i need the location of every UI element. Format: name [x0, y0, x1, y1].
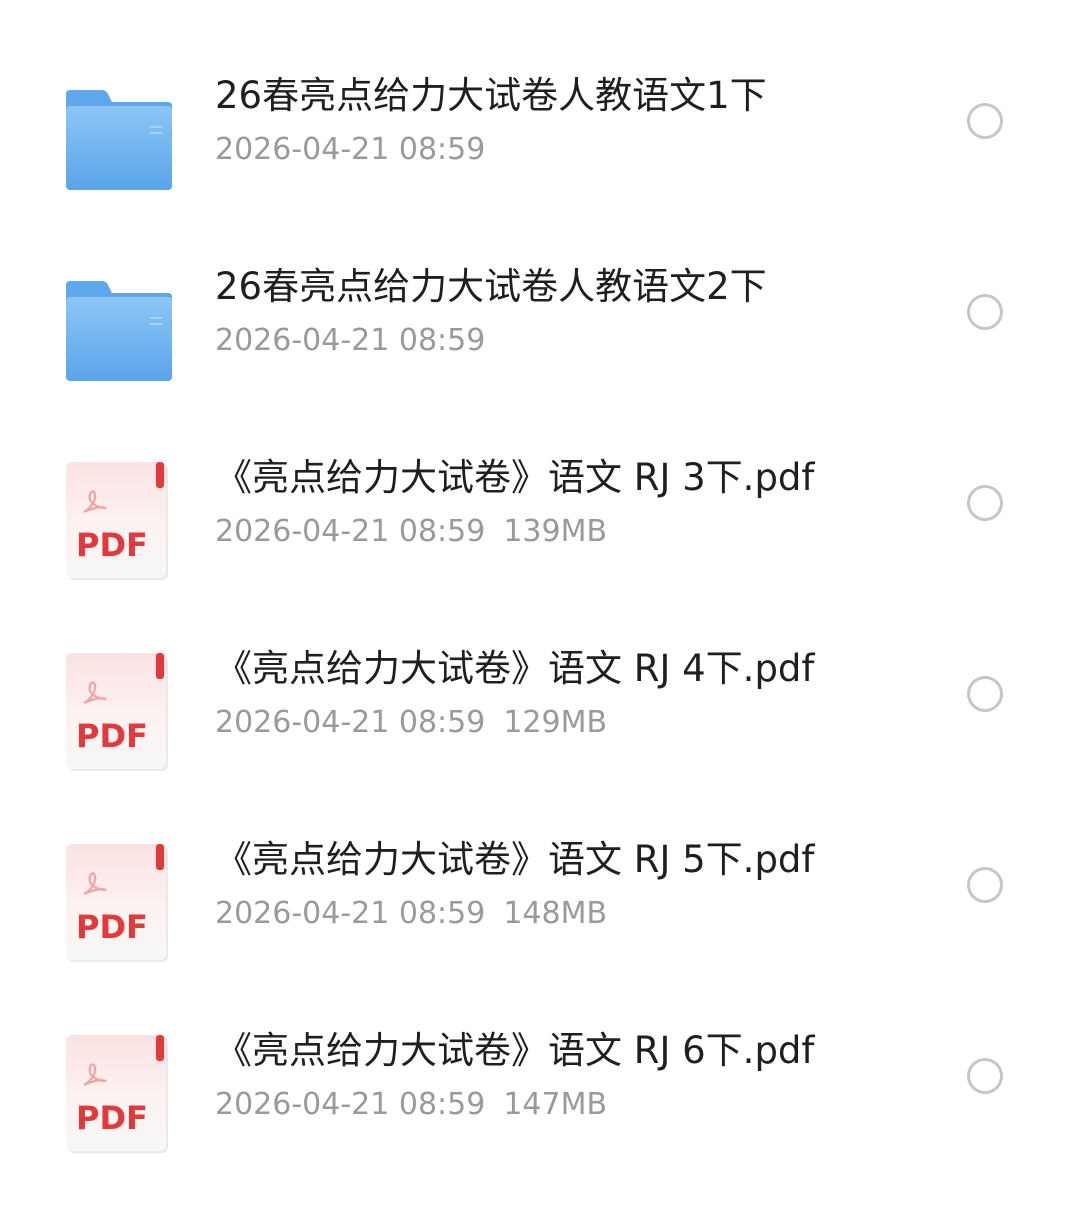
pdf-file-icon: PDF [66, 462, 168, 580]
select-radio-button[interactable] [967, 103, 1003, 139]
pdf-file-icon: PDF [66, 653, 168, 771]
file-meta: 2026-04-21 08:59 129MB [215, 703, 607, 743]
file-name: 《亮点给力大试卷》语文 RJ 4下.pdf [215, 647, 815, 690]
file-list-item[interactable]: 26春亮点给力大试卷人教语文2下 2026-04-21 08:59 [0, 261, 1080, 451]
file-list-item[interactable]: PDF 《亮点给力大试卷》语文 RJ 5下.pdf 2026-04-21 08:… [0, 834, 1080, 1024]
file-meta: 2026-04-21 08:59 [215, 321, 485, 361]
pdf-file-icon: PDF [66, 1035, 168, 1153]
file-meta: 2026-04-21 08:59 148MB [215, 894, 607, 934]
select-radio-button[interactable] [967, 1058, 1003, 1094]
file-list: 26春亮点给力大试卷人教语文1下 2026-04-21 08:59 26春亮点给… [0, 0, 1080, 1170]
file-date: 2026-04-21 08:59 [215, 132, 486, 167]
file-date: 2026-04-21 08:59 [215, 705, 486, 740]
pdf-icon-label: PDF [76, 717, 148, 755]
select-radio-button[interactable] [967, 867, 1003, 903]
file-meta: 2026-04-21 08:59 [215, 130, 485, 170]
pdf-file-icon: PDF [66, 844, 168, 962]
file-size: 148MB [503, 896, 608, 931]
select-radio-button[interactable] [967, 676, 1003, 712]
file-date: 2026-04-21 08:59 [215, 896, 486, 931]
pdf-icon-label: PDF [76, 1099, 148, 1137]
file-list-item[interactable]: PDF 《亮点给力大试卷》语文 RJ 6下.pdf 2026-04-21 08:… [0, 1025, 1080, 1215]
file-name: 26春亮点给力大试卷人教语文2下 [215, 265, 767, 308]
file-list-item[interactable]: 26春亮点给力大试卷人教语文1下 2026-04-21 08:59 [0, 70, 1080, 260]
file-date: 2026-04-21 08:59 [215, 323, 486, 358]
file-list-item[interactable]: PDF 《亮点给力大试卷》语文 RJ 4下.pdf 2026-04-21 08:… [0, 643, 1080, 833]
file-name: 《亮点给力大试卷》语文 RJ 5下.pdf [215, 838, 815, 881]
select-radio-button[interactable] [967, 294, 1003, 330]
file-date: 2026-04-21 08:59 [215, 514, 486, 549]
pdf-icon-label: PDF [76, 908, 148, 946]
file-name: 26春亮点给力大试卷人教语文1下 [215, 74, 767, 117]
file-list-item[interactable]: PDF 《亮点给力大试卷》语文 RJ 3下.pdf 2026-04-21 08:… [0, 452, 1080, 642]
pdf-icon-label: PDF [76, 526, 148, 564]
file-size: 139MB [503, 514, 608, 549]
file-size: 129MB [503, 705, 608, 740]
file-meta: 2026-04-21 08:59 139MB [215, 512, 607, 552]
file-name: 《亮点给力大试卷》语文 RJ 3下.pdf [215, 456, 815, 499]
select-radio-button[interactable] [967, 485, 1003, 521]
folder-icon [66, 281, 172, 381]
file-size: 147MB [503, 1087, 608, 1122]
file-date: 2026-04-21 08:59 [215, 1087, 486, 1122]
file-meta: 2026-04-21 08:59 147MB [215, 1085, 607, 1125]
file-name: 《亮点给力大试卷》语文 RJ 6下.pdf [215, 1029, 815, 1072]
folder-icon [66, 90, 172, 190]
